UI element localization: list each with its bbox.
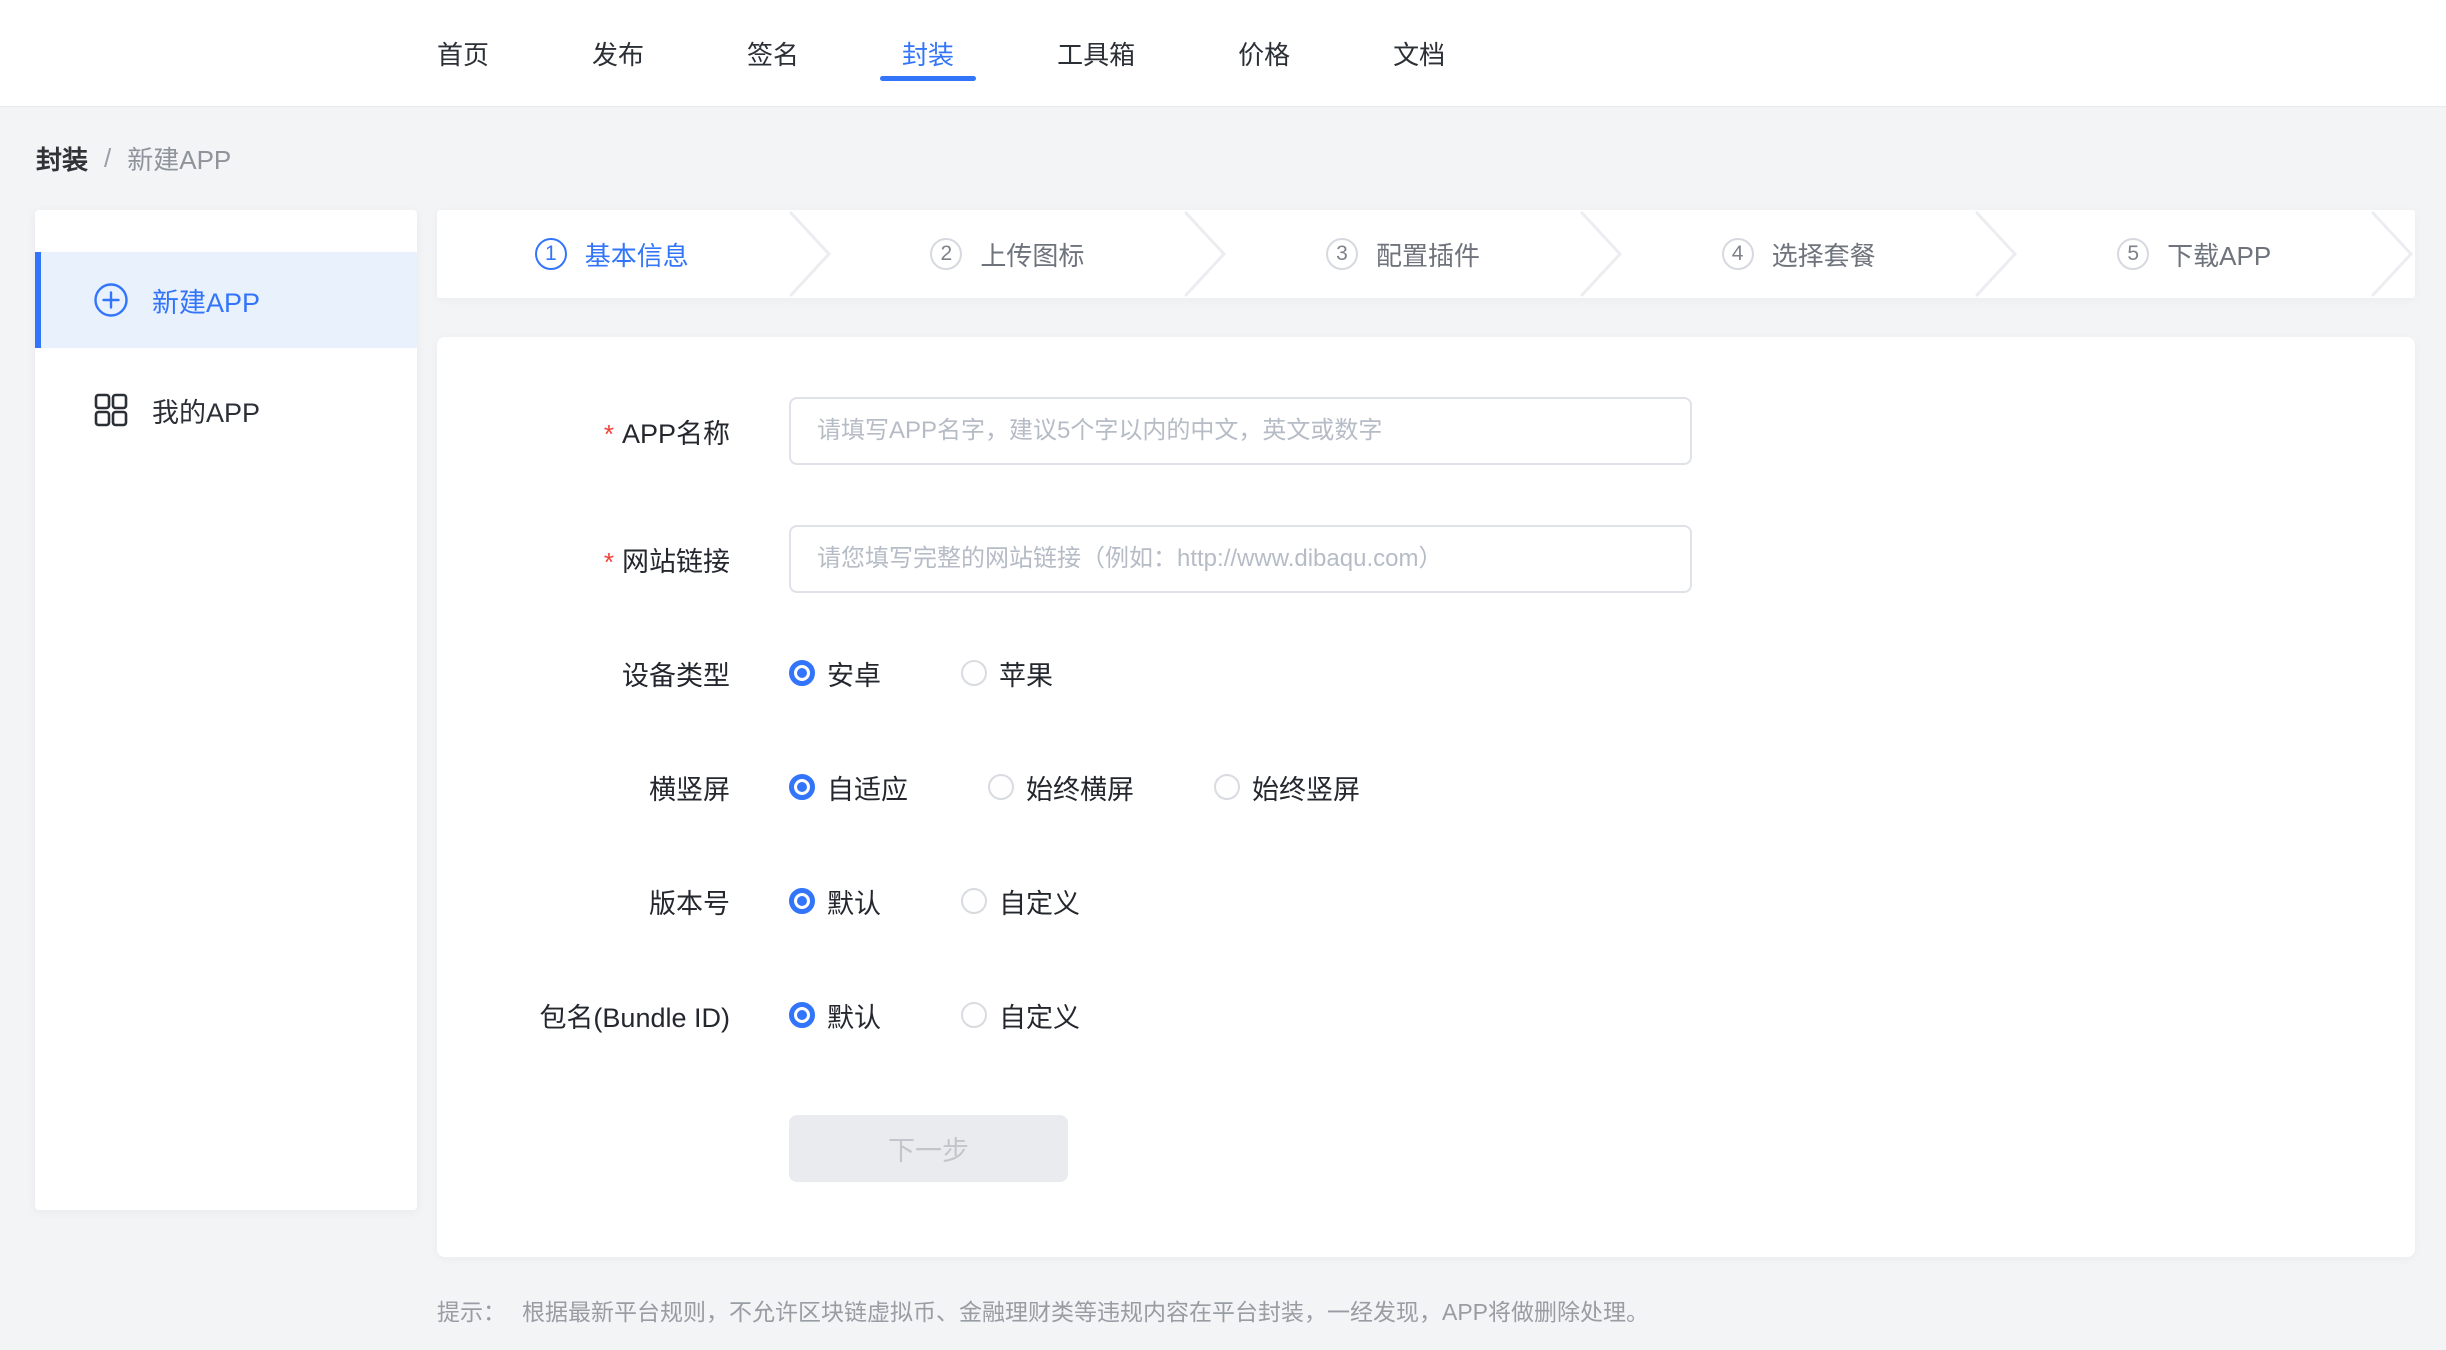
content-area: 新建APP 我的APP 1 基本信息 [0, 210, 2446, 1327]
tip-prefix: 提示： [437, 1299, 506, 1325]
breadcrumb-root[interactable]: 封装 [36, 140, 88, 177]
radio-device-android[interactable]: 安卓 [789, 654, 881, 693]
radio-unselected-icon [961, 1002, 987, 1028]
step-configure-plugins[interactable]: 3 配置插件 [1228, 210, 1578, 298]
step-2-number: 2 [930, 238, 962, 270]
step-download-app[interactable]: 5 下载APP [2019, 210, 2369, 298]
radio-bundle-default[interactable]: 默认 [789, 996, 881, 1035]
step-3-number: 3 [1326, 238, 1358, 270]
orientation-row: 横竖屏 自适应 始终横屏 始终竖屏 [437, 767, 2415, 807]
plus-circle-icon [93, 282, 129, 318]
radio-orientation-auto[interactable]: 自适应 [789, 768, 908, 807]
step-4-number: 4 [1722, 238, 1754, 270]
main-panel: 1 基本信息 2 上传图标 3 配置插件 4 选择套餐 [437, 210, 2415, 1327]
step-1-number: 1 [535, 238, 567, 270]
radio-device-ios[interactable]: 苹果 [961, 654, 1053, 693]
step-5-number: 5 [2117, 238, 2149, 270]
active-tab-underline [880, 76, 976, 81]
version-label: 版本号 [437, 882, 730, 921]
bundle-id-row: 包名(Bundle ID) 默认 自定义 [437, 995, 2415, 1035]
nav-tab-sign[interactable]: 签名 [747, 0, 799, 107]
button-row: 下一步 [437, 1115, 2415, 1182]
nav-tab-pricing[interactable]: 价格 [1238, 0, 1290, 107]
step-3-label: 配置插件 [1376, 236, 1480, 273]
required-asterisk: * [604, 419, 614, 449]
radio-selected-icon [789, 774, 815, 800]
radio-selected-icon [789, 888, 815, 914]
radio-unselected-icon [988, 774, 1014, 800]
radio-unselected-icon [1214, 774, 1240, 800]
orientation-label: 横竖屏 [437, 768, 730, 807]
nav-tab-toolbox[interactable]: 工具箱 [1057, 0, 1135, 107]
nav-tab-publish[interactable]: 发布 [592, 0, 644, 107]
required-asterisk: * [604, 547, 614, 577]
basic-info-form: *APP名称 *网站链接 设备类型 安卓 [437, 337, 2415, 1257]
step-choose-plan[interactable]: 4 选择套餐 [1624, 210, 1974, 298]
radio-version-default[interactable]: 默认 [789, 882, 881, 921]
step-chevron-icon [1182, 210, 1228, 298]
app-name-input[interactable] [789, 397, 1692, 465]
nav-tab-home[interactable]: 首页 [437, 0, 489, 107]
version-row: 版本号 默认 自定义 [437, 881, 2415, 921]
site-url-row: *网站链接 [437, 525, 2415, 593]
sidebar: 新建APP 我的APP [35, 210, 417, 1210]
step-1-label: 基本信息 [585, 236, 689, 273]
platform-rules-tip: 提示： 根据最新平台规则，不允许区块链虚拟币、金融理财类等违规内容在平台封装，一经… [437, 1293, 2415, 1327]
nav-tab-docs[interactable]: 文档 [1393, 0, 1445, 107]
radio-orientation-landscape[interactable]: 始终横屏 [988, 768, 1134, 807]
device-type-row: 设备类型 安卓 苹果 [437, 653, 2415, 693]
sidebar-item-my-apps[interactable]: 我的APP [35, 362, 417, 458]
breadcrumb-separator: / [104, 143, 111, 174]
tip-text: 根据最新平台规则，不允许区块链虚拟币、金融理财类等违规内容在平台封装，一经发现，… [522, 1299, 1649, 1325]
radio-unselected-icon [961, 660, 987, 686]
next-step-button[interactable]: 下一步 [789, 1115, 1068, 1182]
steps-bar: 1 基本信息 2 上传图标 3 配置插件 4 选择套餐 [437, 210, 2415, 298]
step-chevron-icon [2369, 210, 2415, 298]
radio-unselected-icon [961, 888, 987, 914]
radio-version-custom[interactable]: 自定义 [961, 882, 1080, 921]
step-basic-info[interactable]: 1 基本信息 [437, 210, 787, 298]
radio-bundle-custom[interactable]: 自定义 [961, 996, 1080, 1035]
step-5-label: 下载APP [2167, 236, 2271, 273]
breadcrumb-current: 新建APP [127, 140, 231, 177]
grid-icon [93, 392, 129, 428]
radio-selected-icon [789, 1002, 815, 1028]
site-url-input[interactable] [789, 525, 1692, 593]
top-header: 首页 发布 签名 封装 工具箱 价格 文档 [0, 0, 2446, 107]
sidebar-item-new-app-label: 新建APP [152, 281, 260, 320]
step-chevron-icon [787, 210, 833, 298]
nav-tab-package-label: 封装 [902, 35, 954, 72]
radio-selected-icon [789, 660, 815, 686]
site-url-label: *网站链接 [437, 540, 730, 579]
sidebar-item-new-app[interactable]: 新建APP [35, 252, 417, 348]
step-upload-icon[interactable]: 2 上传图标 [833, 210, 1183, 298]
app-name-row: *APP名称 [437, 397, 2415, 465]
bundle-id-label: 包名(Bundle ID) [437, 996, 730, 1035]
step-2-label: 上传图标 [980, 236, 1084, 273]
step-chevron-icon [1973, 210, 2019, 298]
app-name-label: *APP名称 [437, 412, 730, 451]
nav-tab-package[interactable]: 封装 [902, 0, 954, 107]
breadcrumb: 封装 / 新建APP [0, 107, 2446, 210]
sidebar-item-my-apps-label: 我的APP [152, 391, 260, 430]
step-4-label: 选择套餐 [1772, 236, 1876, 273]
device-type-label: 设备类型 [437, 654, 730, 693]
radio-orientation-portrait[interactable]: 始终竖屏 [1214, 768, 1360, 807]
main-nav: 首页 发布 签名 封装 工具箱 价格 文档 [437, 0, 1445, 107]
step-chevron-icon [1578, 210, 1624, 298]
